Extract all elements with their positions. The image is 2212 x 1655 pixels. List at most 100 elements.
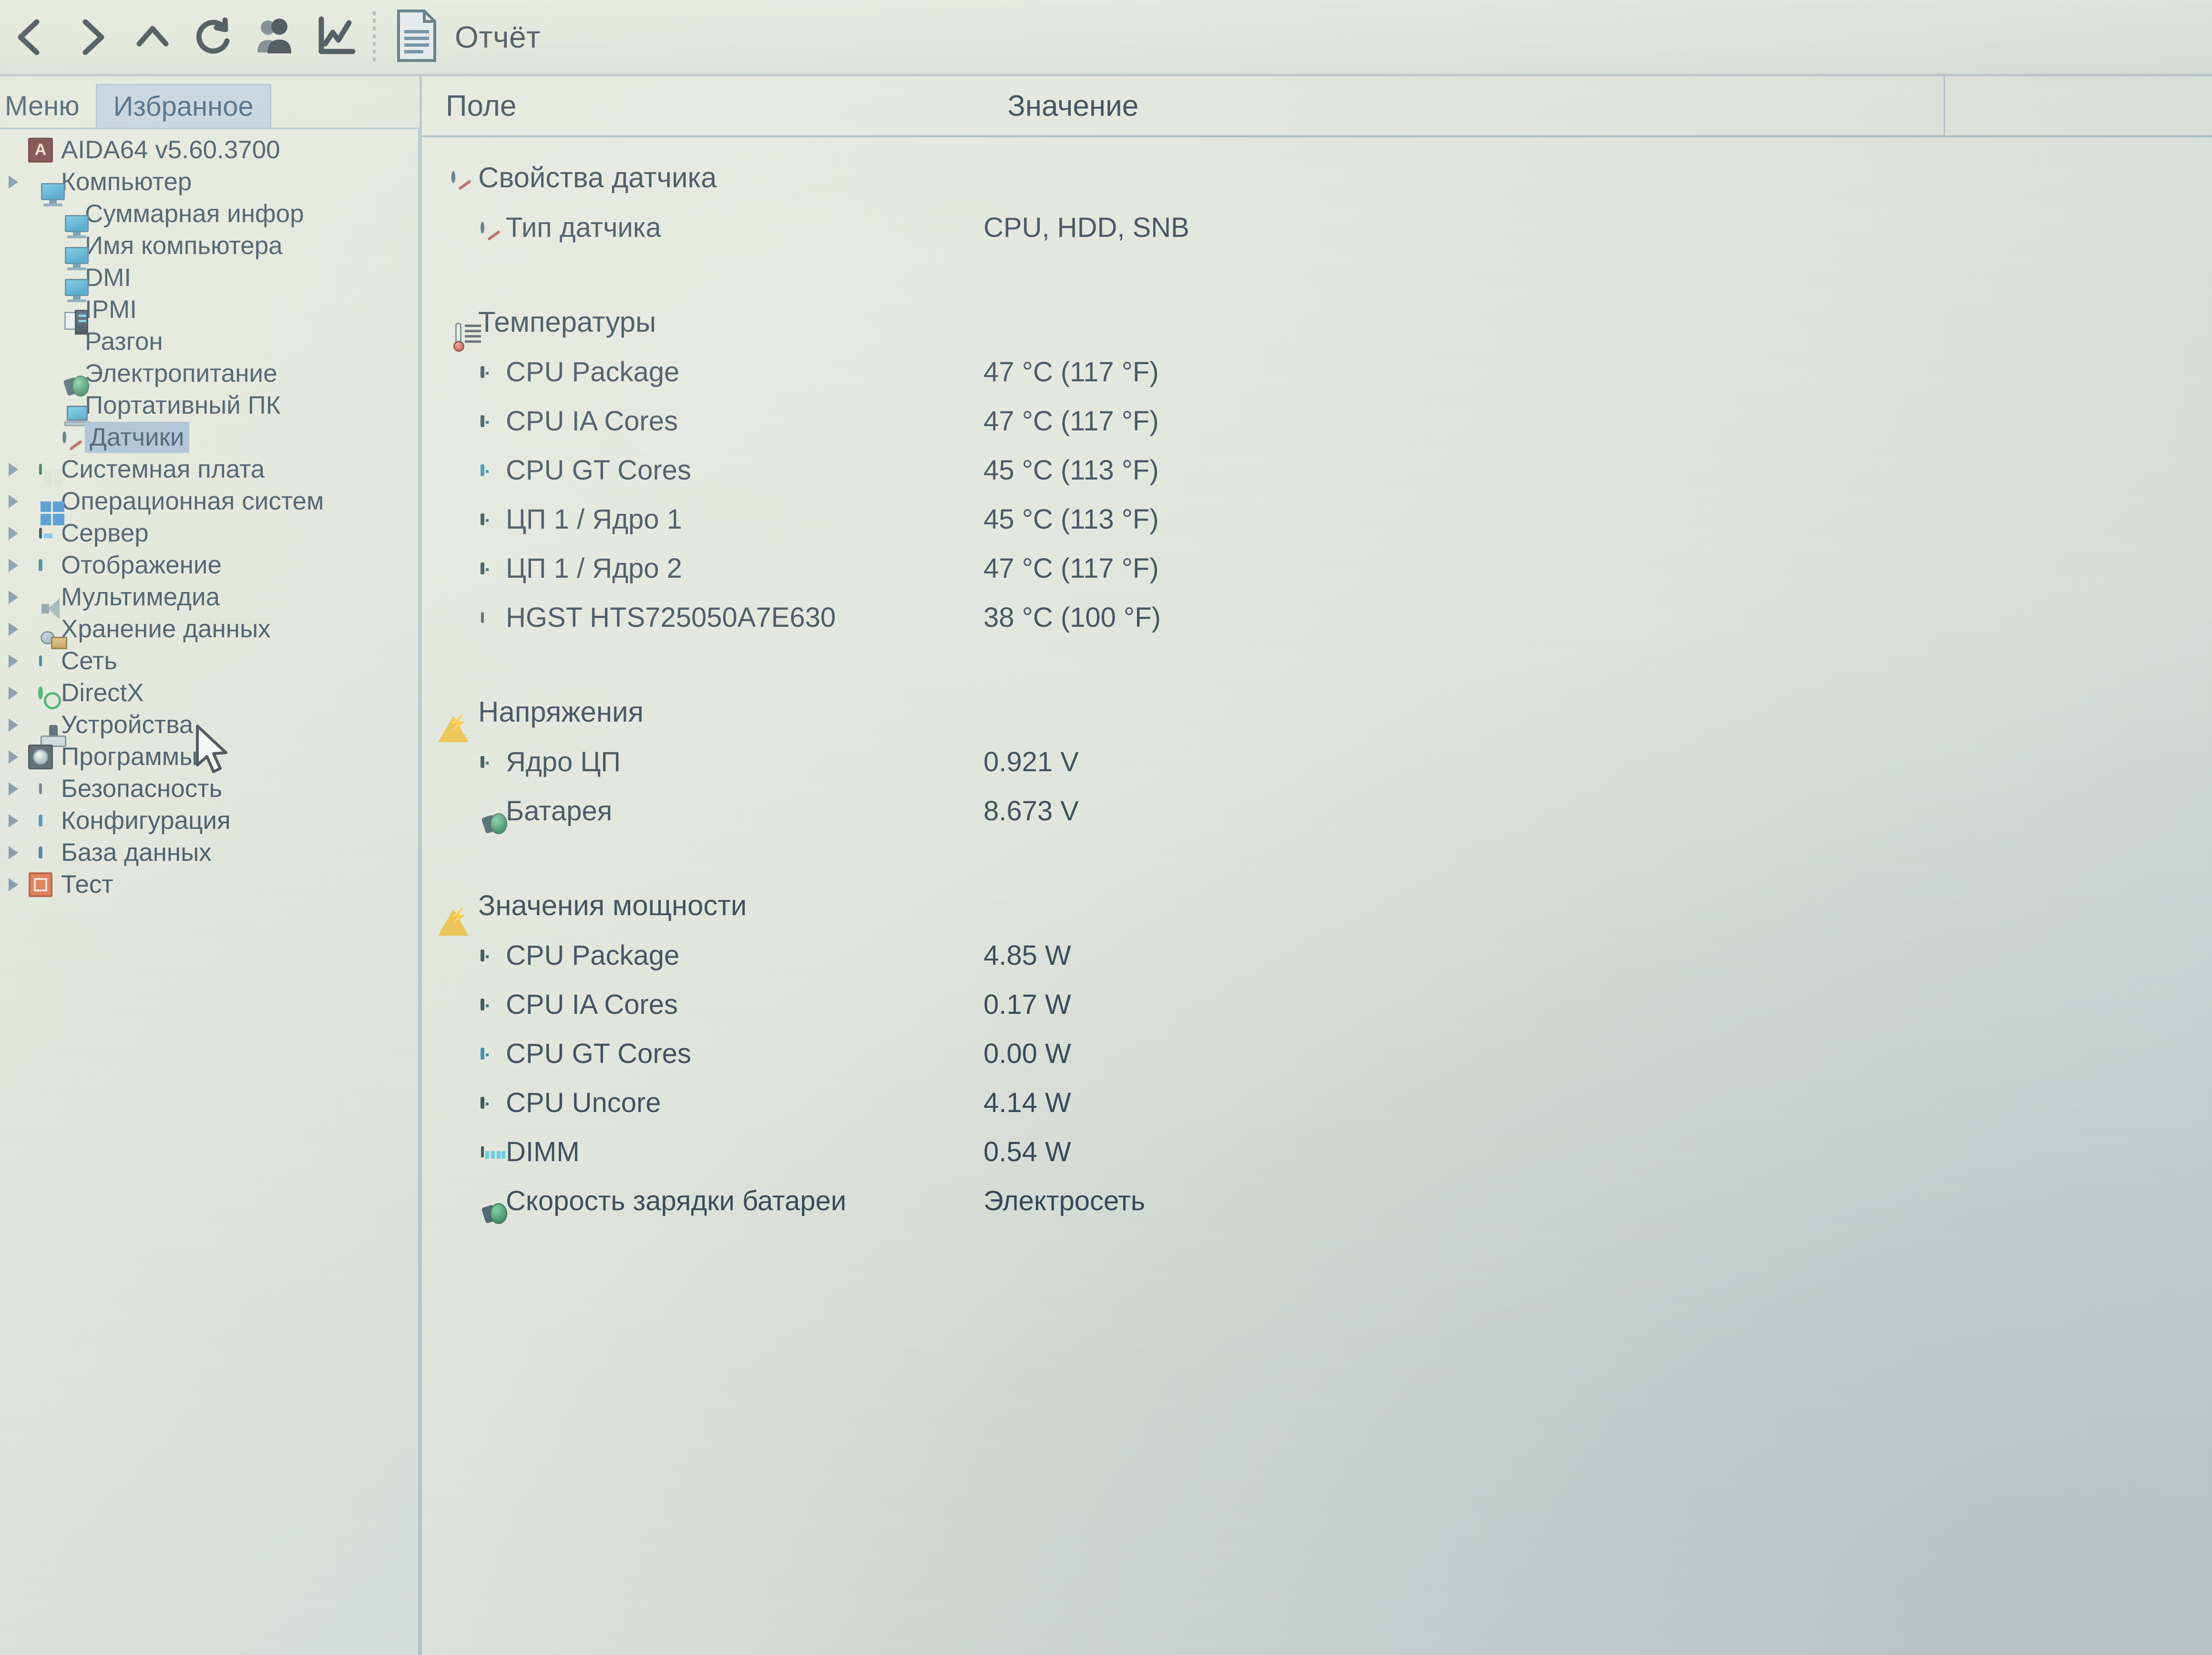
- report-button[interactable]: Отчёт: [388, 6, 554, 68]
- table-row[interactable]: Батарея 8.673 V: [422, 787, 2212, 836]
- row-value: 47 °C (117 °F): [983, 553, 1159, 584]
- sidebar-item-6[interactable]: Разгон: [0, 326, 418, 358]
- sidebar-item-11[interactable]: Операционная систем: [0, 485, 418, 525]
- table-row[interactable]: HGST HTS725050A7E630 38 °C (100 °F): [422, 593, 2212, 642]
- tree-item-icon: [27, 583, 60, 619]
- table-row[interactable]: ЦП 1 / Ядро 1 45 °C (113 °F): [422, 495, 2212, 544]
- details-pane: Поле Значение Свойства датчика Тип датчик…: [420, 76, 2212, 1655]
- tree-expander[interactable]: [0, 526, 27, 540]
- chevron-right-icon: [9, 846, 18, 859]
- back-button[interactable]: [0, 7, 61, 68]
- cpu-chip-icon: [481, 366, 489, 378]
- tab-menu[interactable]: Меню: [0, 84, 96, 128]
- sidebar-item-13[interactable]: Отображение: [0, 549, 418, 581]
- tree-expander[interactable]: [0, 878, 27, 891]
- row-icon: [468, 505, 497, 534]
- programs-icon: [28, 744, 53, 769]
- section-header[interactable]: Температуры: [422, 296, 2212, 352]
- config-icon: [39, 814, 42, 827]
- tree-expander[interactable]: [0, 494, 27, 508]
- tree-expander[interactable]: [0, 462, 27, 476]
- sidebar-item-16[interactable]: Сеть: [0, 645, 418, 677]
- row-icon: [468, 941, 497, 971]
- table-row[interactable]: ЦП 1 / Ядро 2 47 °C (117 °F): [422, 544, 2212, 593]
- section-header[interactable]: Напряжения: [422, 686, 2212, 742]
- table-row[interactable]: CPU GT Cores 45 °C (113 °F): [422, 446, 2212, 495]
- sidebar-item-2[interactable]: Суммарная инфор: [0, 198, 418, 238]
- sidebar-item-20[interactable]: Безопасность: [0, 773, 418, 805]
- sidebar-item-14[interactable]: Мультимедиа: [0, 581, 418, 619]
- table-row[interactable]: CPU GT Cores 0.00 W: [422, 1029, 2212, 1078]
- forward-button[interactable]: [61, 7, 122, 68]
- tab-menu-label: Меню: [5, 90, 80, 122]
- refresh-button[interactable]: [183, 7, 244, 68]
- row-field: CPU Package: [506, 357, 680, 388]
- column-header-field[interactable]: Поле: [446, 89, 516, 123]
- tree-root-item[interactable]: A AIDA64 v5.60.3700: [0, 134, 418, 166]
- tree-expander[interactable]: [0, 686, 27, 700]
- tree-item-label-wrap: Имя компьютера: [85, 231, 283, 260]
- row-field: CPU IA Cores: [506, 406, 678, 437]
- table-row[interactable]: CPU Package 47 °C (117 °F): [422, 347, 2212, 397]
- sidebar-item-1[interactable]: Компьютер: [0, 166, 418, 206]
- up-button[interactable]: [122, 7, 183, 68]
- sidebar-item-7[interactable]: Электропитание: [0, 358, 418, 397]
- row-icon: [468, 603, 497, 633]
- sidebar-item-9[interactable]: Датчики: [0, 421, 418, 453]
- tree-expander[interactable]: [0, 846, 27, 859]
- table-row[interactable]: Скорость зарядки батареи Электросеть: [422, 1176, 2212, 1226]
- sidebar-item-23[interactable]: Тест: [0, 868, 418, 900]
- sidebar-item-18[interactable]: Устройства: [0, 709, 418, 747]
- graph-button[interactable]: [305, 7, 366, 68]
- tree-item-icon: [27, 168, 65, 206]
- tree-expander[interactable]: [0, 175, 27, 189]
- table-row[interactable]: CPU IA Cores 0.17 W: [422, 980, 2212, 1029]
- section-header[interactable]: Свойства датчика: [422, 152, 2212, 203]
- table-row[interactable]: CPU IA Cores 47 °C (117 °F): [422, 397, 2212, 446]
- sidebar-item-3[interactable]: Имя компьютера: [0, 230, 418, 270]
- column-header-value[interactable]: Значение: [1007, 89, 1138, 123]
- tree-expander[interactable]: [0, 782, 27, 796]
- tree-expander[interactable]: [0, 718, 27, 732]
- directx-icon: [38, 686, 43, 699]
- table-row[interactable]: Тип датчика CPU, HDD, SNB: [422, 203, 2212, 252]
- tree-expander[interactable]: [0, 750, 27, 764]
- sidebar-item-17[interactable]: DirectX: [0, 677, 418, 709]
- table-row[interactable]: CPU Package 4.85 W: [422, 931, 2212, 980]
- tree-item-icon: [51, 264, 89, 302]
- sidebar-item-22[interactable]: База данных: [0, 837, 418, 868]
- row-field: DIMM: [506, 1136, 580, 1167]
- tab-favorites-label: Избранное: [113, 91, 254, 122]
- table-row[interactable]: CPU Uncore 4.14 W: [422, 1078, 2212, 1127]
- row-icon: [468, 456, 497, 485]
- sidebar-item-15[interactable]: Хранение данных: [0, 613, 418, 649]
- sidebar-item-19[interactable]: Программы: [0, 741, 418, 773]
- sidebar-item-10[interactable]: Системная плата: [0, 453, 418, 485]
- sidebar-item-5[interactable]: IPMI: [0, 294, 418, 335]
- tree-item-label: Компьютер: [61, 168, 192, 196]
- tree-expander[interactable]: [0, 590, 27, 604]
- users-icon: [252, 15, 297, 59]
- users-button[interactable]: [244, 7, 305, 68]
- cpu-chip-icon: [481, 415, 489, 427]
- sidebar-item-4[interactable]: DMI: [0, 262, 418, 302]
- chevron-right-icon: [9, 494, 18, 508]
- tab-favorites[interactable]: Избранное: [95, 84, 271, 128]
- sidebar-item-21[interactable]: Конфигурация: [0, 805, 418, 837]
- cpu-chip-icon: [481, 949, 489, 961]
- tree-expander[interactable]: [0, 622, 27, 636]
- tree-expander[interactable]: [0, 654, 27, 668]
- tree-expander[interactable]: [0, 558, 27, 572]
- sidebar-item-12[interactable]: Сервер: [0, 517, 418, 549]
- tree-expander[interactable]: [0, 814, 27, 828]
- section-icon: [437, 695, 470, 742]
- navigation-tree[interactable]: A AIDA64 v5.60.3700 Компьютер Суммарная и…: [0, 128, 420, 1655]
- tree-item-icon: [27, 775, 54, 803]
- sidebar-item-8[interactable]: Портативный ПК: [0, 389, 418, 426]
- tabstrip: Меню Избранное: [0, 76, 420, 128]
- row-field: CPU GT Cores: [506, 455, 691, 486]
- table-row[interactable]: DIMM 0.54 W: [422, 1127, 2212, 1176]
- table-row[interactable]: Ядро ЦП 0.921 V: [422, 737, 2212, 787]
- section-header[interactable]: Значения мощности: [422, 879, 2212, 936]
- tree-item-icon: [27, 679, 54, 707]
